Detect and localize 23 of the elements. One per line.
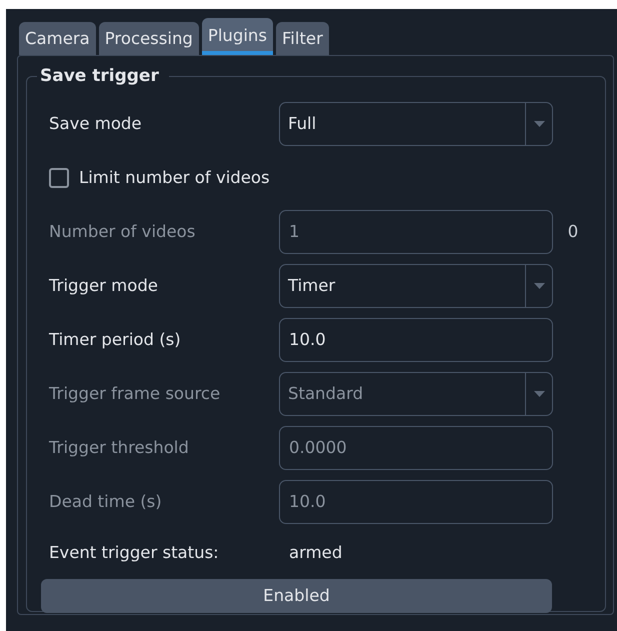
tab[interactable]: Plugins xyxy=(202,18,273,55)
checkbox[interactable] xyxy=(49,168,69,188)
status-value: armed xyxy=(288,542,344,564)
tab[interactable]: Filter xyxy=(276,22,329,55)
field-label: Trigger mode xyxy=(48,274,159,297)
field-label: Event trigger status: xyxy=(48,542,220,564)
field-label: Timer period (s) xyxy=(48,328,182,351)
field-label: Dead time (s) xyxy=(48,490,163,513)
enabled-button[interactable]: Enabled xyxy=(41,579,552,613)
checkbox-label: Limit number of videos xyxy=(79,166,270,189)
field-label: Trigger threshold xyxy=(48,436,190,459)
input-field[interactable]: 10.0 xyxy=(279,318,553,362)
dropdown[interactable]: Full xyxy=(279,102,553,146)
tab[interactable]: Camera xyxy=(19,22,96,55)
field-label: Trigger frame source xyxy=(48,382,222,405)
field-label: Number of videos xyxy=(48,220,196,243)
dropdown[interactable]: Timer xyxy=(279,264,553,308)
field-label: Save mode xyxy=(48,112,143,135)
tab[interactable]: Processing xyxy=(98,22,199,55)
caret-icon xyxy=(534,283,544,289)
caret-icon xyxy=(534,391,544,397)
count-label: 0 xyxy=(566,220,580,243)
caret-icon xyxy=(534,121,544,127)
